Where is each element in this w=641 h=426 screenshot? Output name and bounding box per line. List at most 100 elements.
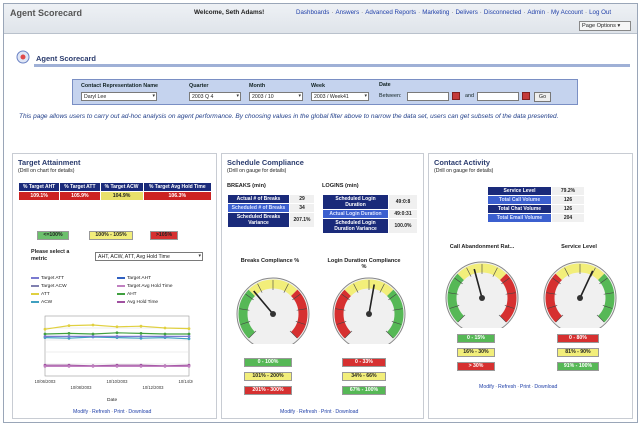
date-from-input[interactable]: [407, 92, 449, 101]
nav-link-dashboards[interactable]: Dashboards: [296, 9, 329, 16]
row-value: 79.2%: [551, 186, 585, 196]
row-value: 49:0:8: [388, 194, 418, 210]
row-label: Total Call Volume: [487, 195, 552, 205]
legend-swatch: [117, 284, 125, 287]
print-link[interactable]: Print: [114, 409, 125, 415]
calendar-icon[interactable]: [452, 92, 460, 100]
top-bar: Agent Scorecard Welcome, Seth Adams! Das…: [4, 4, 637, 34]
logins-table[interactable]: Scheduled Login Duration 49:0:8 Actual Log…: [322, 194, 418, 234]
data-point[interactable]: [43, 365, 47, 368]
download-link[interactable]: Download: [534, 384, 557, 390]
modify-link[interactable]: Modify: [73, 409, 88, 415]
nav-link-my-account[interactable]: My Account: [551, 9, 583, 16]
month-filter-select[interactable]: 2003 / 10 ▾: [249, 92, 303, 101]
data-point[interactable]: [43, 332, 47, 336]
rep-filter-select[interactable]: Daryl Lee ▾: [81, 92, 157, 101]
calendar-icon[interactable]: [522, 92, 530, 100]
service-level-gauge[interactable]: [541, 258, 619, 328]
data-point[interactable]: [91, 365, 95, 368]
print-link[interactable]: Print: [321, 409, 332, 415]
data-point[interactable]: [163, 365, 167, 368]
data-point[interactable]: [115, 331, 119, 335]
row-label: Scheduled # of Breaks: [227, 203, 290, 213]
kpi-value: 104.9%: [99, 191, 144, 201]
kpi-header: % Target AHT: [17, 182, 61, 192]
legend-label: AHT: [127, 292, 137, 297]
data-point[interactable]: [115, 335, 119, 338]
nav-link-disconnected[interactable]: Disconnected: [484, 9, 522, 16]
date-to-input[interactable]: [477, 92, 519, 101]
gauge-hub: [577, 295, 583, 301]
modify-link[interactable]: Modify: [280, 409, 295, 415]
legend-swatch: [31, 300, 39, 303]
login-duration-gauge[interactable]: [330, 274, 408, 344]
row-value: 100.0%: [388, 218, 418, 234]
data-point[interactable]: [163, 335, 167, 338]
data-point[interactable]: [91, 323, 95, 327]
table-row: Scheduled Login Duration 49:0:8: [322, 194, 418, 210]
data-point[interactable]: [67, 335, 71, 338]
data-point[interactable]: [187, 337, 191, 341]
series-legend-item: Target ACW: [31, 284, 67, 289]
data-point[interactable]: [163, 332, 167, 336]
data-point[interactable]: [139, 324, 143, 328]
data-point[interactable]: [67, 332, 71, 335]
metric-select[interactable]: AHT, ACW, ATT, Avg Hold Time ▾: [95, 252, 203, 261]
data-point[interactable]: [187, 332, 191, 336]
download-link[interactable]: Download: [335, 409, 358, 415]
refresh-link[interactable]: Refresh: [299, 409, 317, 415]
row-value: 34: [289, 203, 315, 213]
download-link[interactable]: Download: [128, 409, 151, 415]
breaks-heading: BREAKS (min): [227, 183, 266, 189]
data-point[interactable]: [91, 332, 95, 336]
series-legend-item: Target ATT: [31, 276, 64, 281]
x-tick-label: 10/12/2003: [143, 385, 165, 390]
quarter-filter-select[interactable]: 2003 Q 4 ▾: [189, 92, 241, 101]
print-link[interactable]: Print: [520, 384, 531, 390]
data-point[interactable]: [187, 365, 191, 368]
data-point[interactable]: [115, 365, 119, 368]
data-point[interactable]: [43, 327, 47, 331]
legend-label: Target ATT: [41, 276, 65, 281]
gauge-range-item: > 30%: [457, 362, 495, 371]
call-abandonment-gauge[interactable]: [443, 258, 521, 328]
page-options-select[interactable]: Page Options ▾: [579, 21, 631, 31]
refresh-link[interactable]: Refresh: [92, 409, 110, 415]
logins-heading: LOGINS (min): [322, 183, 359, 189]
nav-link-log-out[interactable]: Log Out: [589, 9, 611, 16]
data-point[interactable]: [163, 326, 167, 330]
breaks-compliance-gauge[interactable]: [234, 274, 312, 344]
breaks-table[interactable]: Actual # of Breaks 29 Scheduled # of Break…: [227, 194, 315, 228]
nav-link-delivers[interactable]: Delivers: [455, 9, 477, 16]
kpi-value: 109.1%: [17, 191, 61, 201]
legend-swatch: [117, 292, 125, 295]
nav-link-admin[interactable]: Admin: [527, 9, 545, 16]
data-point[interactable]: [139, 335, 143, 338]
modify-link[interactable]: Modify: [479, 384, 494, 390]
nav-link-answers[interactable]: Answers: [335, 9, 359, 16]
nav-link-marketing[interactable]: Marketing: [422, 9, 449, 16]
data-point[interactable]: [67, 324, 71, 327]
refresh-link[interactable]: Refresh: [498, 384, 516, 390]
nav-separator: ·: [479, 9, 482, 16]
data-point[interactable]: [115, 325, 119, 329]
legend-label: Avg Hold Time: [127, 300, 159, 305]
data-point[interactable]: [139, 332, 143, 335]
contact-activity-table[interactable]: Service Level 79.2% Total Call Volume 126 To…: [487, 186, 585, 223]
nav-separator: ·: [523, 9, 526, 16]
data-point[interactable]: [91, 335, 95, 338]
week-filter-select[interactable]: 2003 / Week41 ▾: [311, 92, 369, 101]
series-legend-item: Avg Hold Time: [117, 300, 158, 305]
x-tick-label: 10/10/2003: [107, 379, 129, 384]
go-button[interactable]: Go: [534, 92, 551, 102]
target-trend-chart[interactable]: 10/06/2003 10/08/2003 10/10/2003 10/12/2003…: [35, 312, 193, 398]
legend-swatch: [31, 292, 39, 295]
target-kpi-table[interactable]: % Target AHT % Target ATT % Target ACW %…: [17, 182, 213, 201]
data-point[interactable]: [139, 365, 143, 368]
nav-link-advanced-reports[interactable]: Advanced Reports: [365, 9, 416, 16]
data-point[interactable]: [187, 327, 191, 330]
data-point[interactable]: [43, 335, 47, 338]
data-point[interactable]: [187, 335, 191, 338]
data-point[interactable]: [67, 365, 71, 368]
metric-select-value: AHT, ACW, ATT, Avg Hold Time: [98, 254, 170, 260]
